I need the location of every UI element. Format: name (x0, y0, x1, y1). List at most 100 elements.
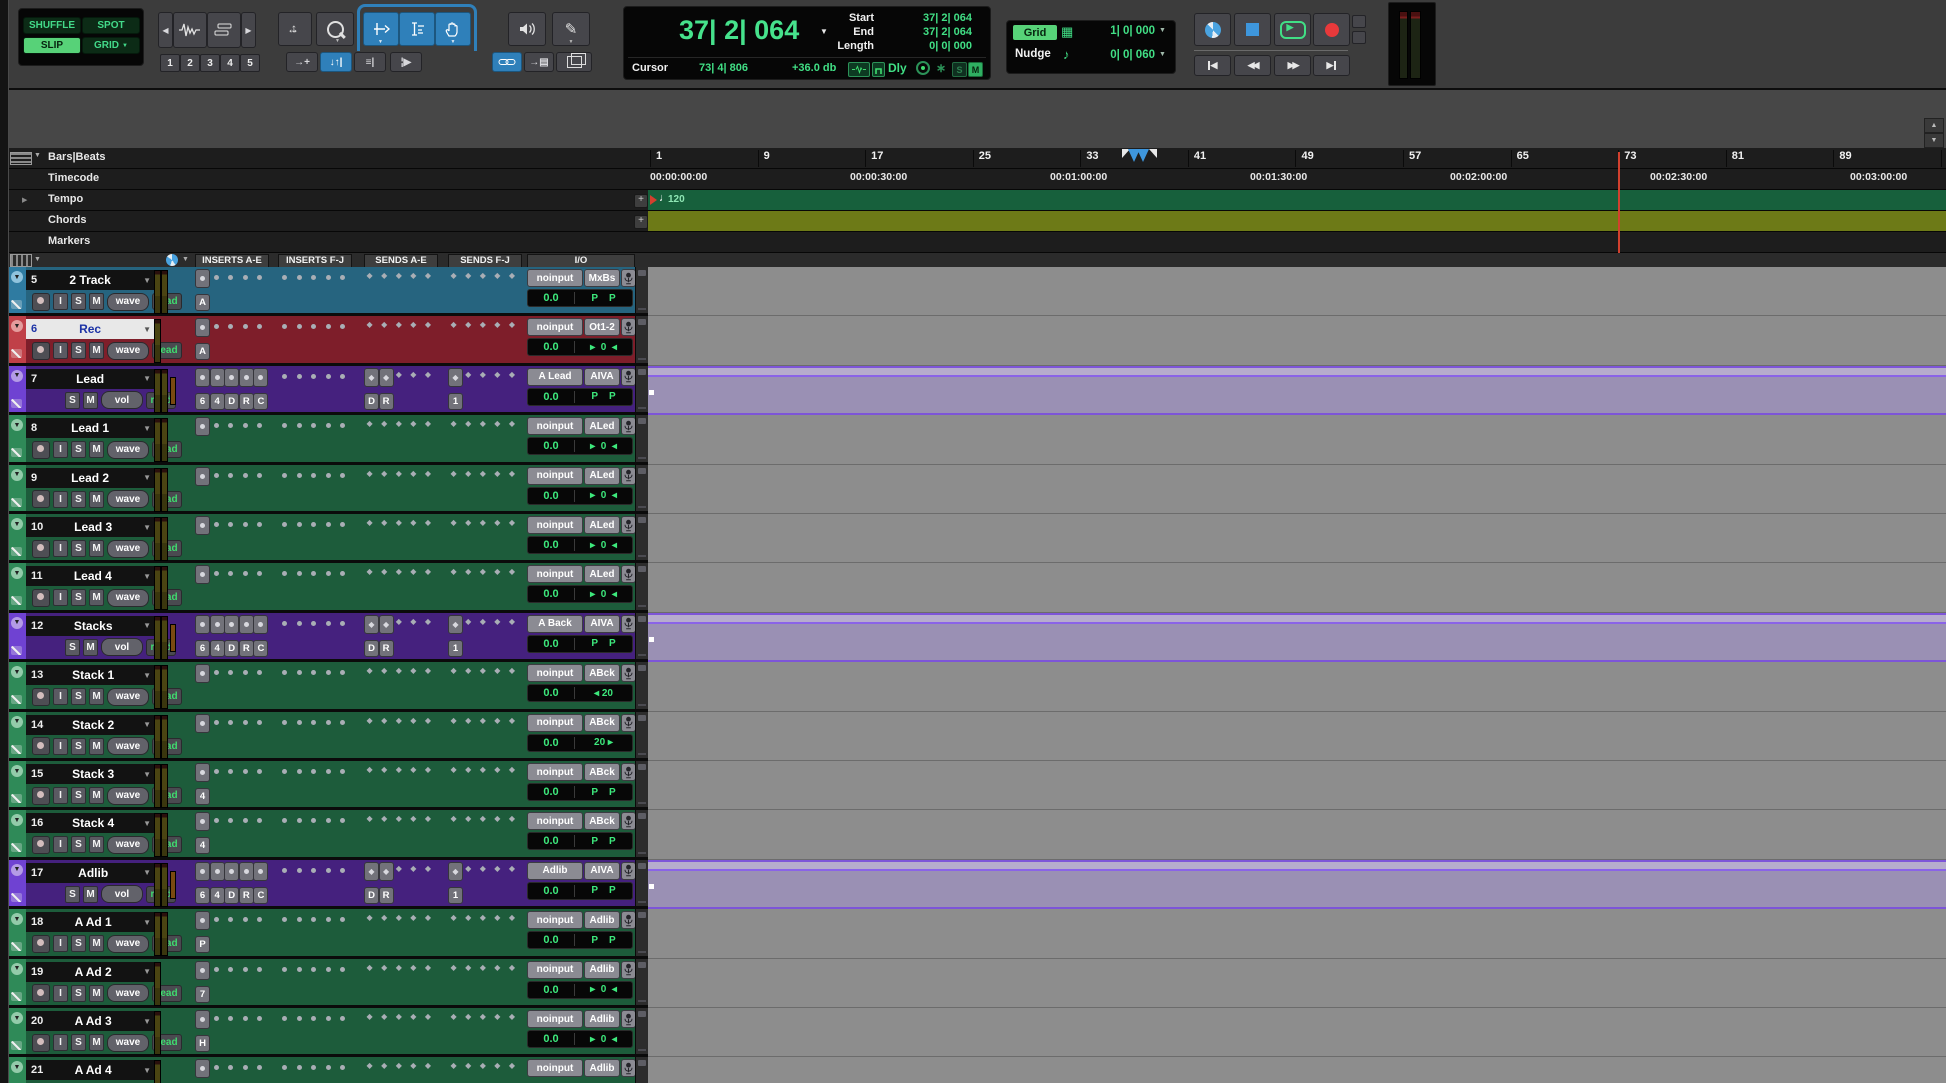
insert-slot[interactable] (311, 1065, 316, 1070)
main-counter[interactable]: 37| 2| 064 (679, 15, 799, 46)
track-name-field[interactable]: 8Lead 1▼ (26, 418, 154, 438)
output-path-button[interactable]: ABck (584, 812, 620, 830)
send-slot[interactable]: ◆ (381, 419, 387, 428)
output-path-button[interactable]: ALed (584, 467, 620, 485)
send-slot-button[interactable]: ◆ (379, 862, 394, 881)
pencil-tool-button[interactable]: ✎ ▼ (552, 12, 590, 46)
scroll-down-button[interactable]: ▼ (1924, 133, 1944, 148)
track-view-selector[interactable]: wave (107, 787, 149, 805)
insert-slot[interactable] (243, 1065, 248, 1070)
audio-zoom-button[interactable] (173, 12, 207, 48)
record-enable-button[interactable] (32, 836, 50, 854)
chords-ruler[interactable]: Chords + (0, 211, 1946, 232)
output-path-button[interactable]: ABck (584, 763, 620, 781)
send-slot[interactable]: ◆ (425, 765, 431, 774)
chevron-down-icon[interactable]: ▼ (143, 1017, 151, 1026)
record-enable-button[interactable] (32, 540, 50, 558)
grid-value[interactable]: 1| 0| 000 (1085, 25, 1155, 37)
track-view-selector[interactable]: wave (107, 1034, 149, 1052)
track-name-field[interactable]: 14Stack 2▼ (26, 715, 154, 735)
insert-slot[interactable] (340, 769, 345, 774)
solo-button[interactable]: S (65, 886, 80, 903)
insert-slot[interactable] (311, 1016, 316, 1021)
insert-slot[interactable] (282, 473, 287, 478)
send-slot[interactable]: ◆ (480, 814, 486, 823)
online-button[interactable] (1194, 13, 1231, 46)
send-slot[interactable]: ◆ (494, 864, 500, 873)
insert-slot-button[interactable] (253, 368, 268, 387)
group-id-column[interactable] (635, 613, 648, 659)
insert-slot[interactable] (257, 275, 262, 280)
elastic-audio-icon[interactable] (11, 794, 22, 803)
scrubber-tool-button[interactable] (508, 12, 546, 46)
input-monitor-button[interactable]: I (53, 1034, 68, 1051)
selector-tool-button[interactable] (399, 12, 435, 46)
send-assignment-label[interactable]: R (379, 640, 394, 657)
send-slot[interactable]: ◆ (509, 913, 515, 922)
send-slot[interactable]: ◆ (425, 469, 431, 478)
send-slot[interactable]: ◆ (381, 1061, 387, 1070)
input-monitor-button[interactable]: I (53, 787, 68, 804)
track-view-selector[interactable]: wave (107, 737, 149, 755)
insert-slot-button[interactable] (224, 862, 239, 881)
send-slot[interactable]: ◆ (396, 716, 402, 725)
grid-value-toggle[interactable]: Grid (1013, 25, 1057, 40)
mic-input-icon[interactable] (621, 1059, 636, 1077)
input-path-button[interactable]: noinput (527, 911, 583, 929)
automation-icon[interactable] (166, 254, 178, 266)
record-enable-button[interactable] (32, 688, 50, 706)
insert-assignment-label[interactable]: A (195, 343, 210, 360)
send-slot-button[interactable]: ◆ (364, 862, 379, 881)
send-slot[interactable]: ◆ (465, 617, 471, 626)
insert-slot[interactable] (311, 423, 316, 428)
send-slot[interactable]: ◆ (396, 765, 402, 774)
bar-tick[interactable]: 1 (650, 150, 662, 167)
insert-slot[interactable] (326, 720, 331, 725)
send-slot[interactable]: ◆ (480, 913, 486, 922)
insert-slot[interactable] (228, 571, 233, 576)
solo-button[interactable]: S (65, 392, 80, 409)
solo-button[interactable]: S (71, 342, 86, 359)
timeline-lane-a-ad-1[interactable] (648, 909, 1946, 958)
timeline-insertion-icon[interactable] (848, 62, 870, 77)
insert-slot[interactable] (340, 473, 345, 478)
input-path-button[interactable]: noinput (527, 318, 583, 336)
timecode-tick[interactable]: 00:02:00:00 (1450, 171, 1507, 183)
insert-slot[interactable] (228, 324, 233, 329)
group-id-column[interactable] (635, 761, 648, 807)
input-path-button[interactable]: noinput (527, 269, 583, 287)
group-id-column[interactable] (635, 1057, 648, 1083)
input-path-button[interactable]: noinput (527, 1010, 583, 1028)
volume-value[interactable]: 0.0 (528, 934, 574, 946)
record-enable-button[interactable] (32, 984, 50, 1002)
track-name-field[interactable]: 52 Track▼ (26, 270, 154, 290)
send-slot[interactable]: ◆ (509, 814, 515, 823)
send-slot[interactable]: ◆ (410, 567, 416, 576)
zoom-preset-5[interactable]: 5 (240, 54, 260, 72)
pan-value[interactable]: 20 ▸ (575, 737, 632, 748)
timeline-lane-adlib[interactable] (648, 860, 1946, 909)
pan-value[interactable]: P P (575, 293, 632, 304)
send-slot[interactable]: ◆ (396, 666, 402, 675)
global-mute-badge[interactable]: M (968, 62, 983, 77)
insert-assignment-label[interactable]: 7 (195, 986, 210, 1003)
insert-slot[interactable] (282, 522, 287, 527)
send-slot[interactable]: ◆ (480, 666, 486, 675)
bar-tick[interactable]: 41 (1188, 150, 1206, 167)
group-id-column[interactable] (635, 563, 648, 609)
mic-input-icon[interactable] (621, 763, 636, 781)
bar-tick[interactable]: 9 (758, 150, 770, 167)
insert-slot[interactable] (297, 324, 302, 329)
pan-value[interactable]: P P (575, 638, 632, 649)
chevron-down-icon[interactable]: ▼ (143, 967, 151, 976)
zoom-preset-3[interactable]: 3 (200, 54, 220, 72)
insert-slot[interactable] (282, 1016, 287, 1021)
chevron-down-icon[interactable]: ▼ (143, 918, 151, 927)
insert-slot[interactable] (243, 522, 248, 527)
grid-display-icon[interactable]: ▦ (1061, 24, 1073, 40)
bar-tick[interactable]: 17 (865, 150, 883, 167)
send-slot[interactable]: ◆ (451, 1061, 457, 1070)
insert-slot-button[interactable] (195, 763, 210, 782)
insert-slot[interactable] (214, 1065, 219, 1070)
insert-slot-button[interactable] (253, 615, 268, 634)
